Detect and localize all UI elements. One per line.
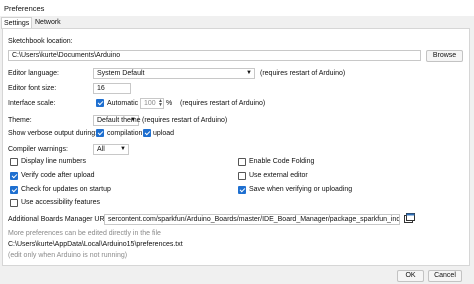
compilation-checkbox[interactable] — [96, 129, 104, 137]
verify-code-label: Verify code after upload — [21, 172, 95, 179]
check-updates-label: Check for updates on startup — [21, 186, 111, 193]
edit-note: (edit only when Arduino is not running) — [8, 252, 128, 259]
title-bar — [0, 0, 474, 16]
boards-urls-label: Additional Boards Manager URLs: — [8, 216, 114, 223]
ok-button[interactable]: OK — [397, 270, 424, 282]
open-window-icon[interactable] — [404, 213, 415, 224]
compilation-label: compilation — [107, 130, 143, 137]
verbose-label: Show verbose output during: — [8, 130, 98, 137]
editor-language-note: (requires restart of Arduino) — [260, 70, 346, 77]
verify-code-checkbox[interactable] — [10, 172, 18, 180]
external-editor-checkbox[interactable] — [238, 172, 246, 180]
cancel-button[interactable]: Cancel — [428, 270, 462, 282]
font-size-label: Editor font size: — [8, 85, 57, 92]
display-line-numbers-checkbox[interactable] — [10, 158, 18, 166]
save-verify-label: Save when verifying or uploading — [249, 186, 353, 193]
window-title: Preferences — [4, 4, 45, 13]
scale-note: (requires restart of Arduino) — [180, 100, 266, 107]
upload-label: upload — [153, 130, 175, 137]
theme-select[interactable]: Default theme ▼ — [93, 115, 141, 126]
font-size-input[interactable]: 16 — [93, 83, 131, 94]
code-folding-label: Enable Code Folding — [249, 158, 315, 165]
upload-checkbox[interactable] — [143, 129, 151, 137]
save-verify-checkbox[interactable] — [238, 186, 246, 194]
theme-label: Theme: — [8, 117, 32, 124]
chevron-down-icon: ▼ — [120, 146, 126, 152]
editor-language-label: Editor language: — [8, 70, 59, 77]
theme-note: (requires restart of Arduino) — [142, 117, 228, 124]
sketchbook-label: Sketchbook location: — [8, 38, 73, 45]
preferences-path: C:\Users\kurte\AppData\Local\Arduino15\p… — [8, 241, 183, 248]
external-editor-label: Use external editor — [249, 172, 308, 179]
browse-button[interactable]: Browse — [426, 50, 463, 62]
display-line-numbers-label: Display line numbers — [21, 158, 86, 165]
automatic-scale-label: Automatic — [107, 100, 139, 107]
accessibility-checkbox[interactable] — [10, 199, 18, 207]
compiler-warnings-select[interactable]: All ▼ — [93, 144, 129, 155]
boards-urls-input[interactable]: sercontent.com/sparkfun/Arduino_Boards/m… — [104, 214, 400, 225]
interface-scale-label: Interface scale: — [8, 100, 56, 107]
editor-language-value: System Default — [97, 70, 145, 77]
more-prefs-text: More preferences can be edited directly … — [8, 230, 161, 237]
compiler-warnings-value: All — [97, 146, 105, 153]
editor-language-select[interactable]: System Default ▼ — [93, 68, 255, 79]
chevron-down-icon: ▼ — [130, 117, 136, 123]
compiler-warnings-label: Compiler warnings: — [8, 146, 68, 153]
sketchbook-input[interactable]: C:\Users\kurte\Documents\Arduino — [8, 50, 421, 61]
check-updates-checkbox[interactable] — [10, 186, 18, 194]
code-folding-checkbox[interactable] — [238, 158, 246, 166]
chevron-down-icon: ▼ — [246, 70, 252, 76]
scale-unit: % — [166, 100, 173, 107]
accessibility-label: Use accessibility features — [21, 199, 100, 206]
scale-spinner[interactable]: ▲ ▼ — [158, 99, 163, 108]
automatic-scale-checkbox[interactable] — [96, 99, 104, 107]
